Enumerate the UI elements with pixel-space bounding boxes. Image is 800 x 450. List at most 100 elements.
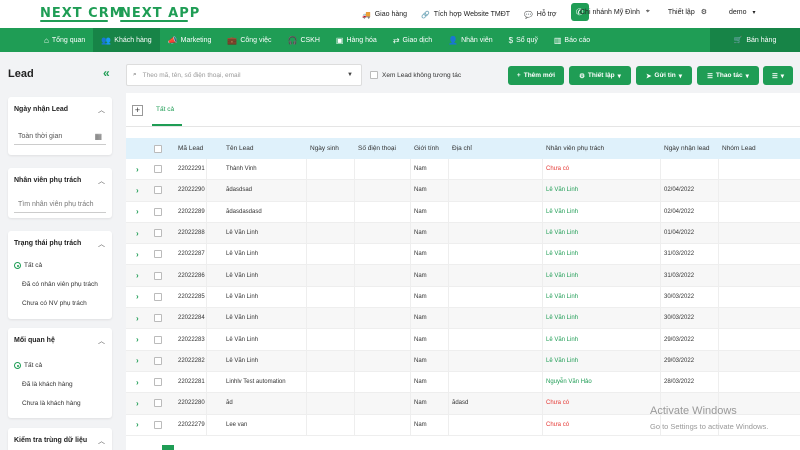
col-header-received-date[interactable]: Ngày nhận lead <box>664 138 710 159</box>
cell-staff: Chưa có <box>546 400 570 407</box>
table-row[interactable]: › 22022289 ădasdasdasd Nam Lê Văn Linh 02/04/… <box>126 201 800 223</box>
date-range-select[interactable]: Toàn thời gian ▦ <box>14 129 106 145</box>
row-checkbox[interactable] <box>154 329 162 349</box>
select-all-checkbox[interactable] <box>154 138 162 159</box>
add-new-button[interactable]: + Thêm mới <box>508 66 564 85</box>
top-link-support[interactable]: 💬 Hỗ trợ <box>524 11 556 19</box>
table-row[interactable]: › 22022291 Thành Vinh Nam Chưa có <box>126 159 800 181</box>
table-row[interactable]: › 22022290 ădasdsad Nam Lê Văn Linh 02/04/202… <box>126 180 800 202</box>
table-row[interactable]: › 22022282 Lê Văn Linh Nam Lê Văn Linh 29/03/… <box>126 350 800 372</box>
row-checkbox[interactable] <box>154 159 162 179</box>
col-header-name[interactable]: Tên Lead <box>226 138 253 159</box>
next-app-logo[interactable]: NEXT APP <box>120 6 200 21</box>
expand-row-icon[interactable]: › <box>136 351 139 371</box>
expand-row-icon[interactable]: › <box>136 223 139 243</box>
checkbox[interactable] <box>370 71 378 79</box>
row-checkbox[interactable] <box>154 351 162 371</box>
no-interaction-lead-checkbox[interactable]: Xem Lead không tương tác <box>370 71 461 79</box>
chevron-up-icon[interactable]: ︿ <box>98 239 105 249</box>
chevron-down-icon[interactable]: ▼ <box>347 72 353 78</box>
nav-label: CSKH <box>300 36 320 44</box>
chevron-up-icon[interactable]: ︿ <box>98 105 105 115</box>
nav-item-cskh[interactable]: 🎧 CSKH <box>279 28 327 52</box>
row-checkbox[interactable] <box>154 372 162 392</box>
branch-selector[interactable]: Chi nhánh Mỹ Đình <box>580 9 640 16</box>
col-header-staff[interactable]: Nhân viên phụ trách <box>546 138 604 159</box>
expand-row-icon[interactable]: › <box>136 287 139 307</box>
row-checkbox[interactable] <box>154 180 162 200</box>
staff-search-input[interactable]: Tìm nhân viên phụ trách <box>14 197 106 213</box>
send-message-button[interactable]: ➤ Gửi tin ▾ <box>636 66 692 85</box>
row-checkbox[interactable] <box>154 287 162 307</box>
expand-row-icon[interactable]: › <box>136 415 139 435</box>
table-row[interactable]: › 22022283 Lê Văn Linh Nam Lê Văn Linh 29/03/… <box>126 329 800 351</box>
pagination-current[interactable] <box>162 445 174 450</box>
nav-item-customers[interactable]: 👥 Khách hàng <box>93 28 160 52</box>
expand-row-icon[interactable]: › <box>136 159 139 179</box>
table-row[interactable]: › 22022287 Lê Văn Linh Nam Lê Văn Linh 31/03/… <box>126 244 800 266</box>
actions-button[interactable]: ☰ Thao tác ▾ <box>697 66 759 85</box>
next-crm-logo[interactable]: NEXT CRM <box>40 6 124 21</box>
col-header-group[interactable]: Nhóm Lead <box>722 138 756 159</box>
top-link-integration[interactable]: 🔗 Tích hợp Website TMĐT <box>421 11 510 19</box>
gear-icon[interactable]: ⚙ <box>701 8 707 16</box>
table-row[interactable]: › 22022285 Lê Văn Linh Nam Lê Văn Linh 30/03/… <box>126 286 800 309</box>
expand-row-icon[interactable]: › <box>136 329 139 349</box>
nav-item-marketing[interactable]: 📣 Marketing <box>160 28 220 52</box>
col-header-gender[interactable]: Giới tính <box>414 138 439 159</box>
setup-button[interactable]: ⚙ Thiết lập ▾ <box>569 66 631 85</box>
expand-row-icon[interactable]: › <box>136 265 139 285</box>
cell-received-date: 30/03/2022 <box>664 293 695 300</box>
row-checkbox[interactable] <box>154 223 162 243</box>
expand-row-icon[interactable]: › <box>136 393 139 413</box>
column-divider <box>718 308 719 329</box>
row-checkbox[interactable] <box>154 202 162 222</box>
cell-received-date: 01/04/2022 <box>664 230 695 237</box>
status-option-unassigned[interactable]: Chưa có NV phụ trách <box>22 300 87 307</box>
table-row[interactable]: › 22022288 Lê Văn Linh Nam Lê Văn Linh 01/04/… <box>126 222 800 245</box>
chevron-up-icon[interactable]: ︿ <box>98 176 105 186</box>
expand-row-icon[interactable]: › <box>136 308 139 328</box>
status-option-assigned[interactable]: Đã có nhân viên phụ trách <box>22 281 98 288</box>
row-checkbox[interactable] <box>154 415 162 435</box>
expand-row-icon[interactable]: › <box>136 180 139 200</box>
col-header-address[interactable]: Địa chỉ <box>452 138 472 159</box>
relation-option-customer[interactable]: Đã là khách hàng <box>22 381 73 388</box>
col-header-birthday[interactable]: Ngày sinh <box>310 138 339 159</box>
nav-item-staff[interactable]: 👤 Nhân viên <box>440 28 501 52</box>
settings-link[interactable]: Thiết lập <box>668 9 695 16</box>
nav-item-transactions[interactable]: ⇄ Giao dịch <box>385 28 440 52</box>
menu-button[interactable]: ☰ ▾ <box>763 66 793 85</box>
sales-button[interactable]: 🛒 Bán hàng <box>710 28 800 52</box>
nav-item-products[interactable]: ▣ Hàng hóa <box>328 28 385 52</box>
expand-row-icon[interactable]: › <box>136 202 139 222</box>
chevron-up-icon[interactable]: ︿ <box>98 336 105 346</box>
relation-option-all[interactable]: Tất cả <box>14 362 42 369</box>
expand-row-icon[interactable]: › <box>136 244 139 264</box>
relation-option-not-customer[interactable]: Chưa là khách hàng <box>22 400 81 407</box>
row-checkbox[interactable] <box>154 393 162 413</box>
status-option-all[interactable]: Tất cả <box>14 262 42 269</box>
row-checkbox[interactable] <box>154 244 162 264</box>
nav-item-cashbook[interactable]: $ Sổ quỹ <box>501 28 546 52</box>
collapse-sidebar-icon[interactable]: « <box>103 66 110 80</box>
column-divider <box>448 393 449 414</box>
search-input[interactable]: ⌕ Theo mã, tên, số điện thoại, email ▼ <box>126 64 362 86</box>
tab-all[interactable]: Tất cả <box>156 106 174 113</box>
table-row[interactable]: › 22022286 Lê Văn Linh Nam Lê Văn Linh 31/03/… <box>126 265 800 287</box>
nav-item-reports[interactable]: ▥ Báo cáo <box>546 28 598 52</box>
expand-row-icon[interactable]: › <box>136 372 139 392</box>
col-header-code[interactable]: Mã Lead <box>178 138 203 159</box>
table-row[interactable]: › 22022284 Lê Văn Linh Nam Lê Văn Linh 30/03/… <box>126 308 800 330</box>
table-row[interactable]: › 22022281 Linhlv Test automation Nam Nguyễn… <box>126 371 800 394</box>
chevron-down-icon[interactable]: ▾ <box>753 9 756 16</box>
row-checkbox[interactable] <box>154 308 162 328</box>
row-checkbox[interactable] <box>154 265 162 285</box>
top-link-shipping[interactable]: 🚚 Giao hàng <box>362 11 407 19</box>
col-header-phone[interactable]: Số điện thoại <box>358 138 396 159</box>
user-menu[interactable]: demo <box>729 9 747 16</box>
add-tab-button[interactable]: + <box>132 105 143 116</box>
nav-item-overview[interactable]: ⌂ Tổng quan <box>36 28 93 52</box>
nav-item-tasks[interactable]: 💼 Công việc <box>219 28 279 52</box>
chevron-up-icon[interactable]: ︿ <box>98 436 105 446</box>
